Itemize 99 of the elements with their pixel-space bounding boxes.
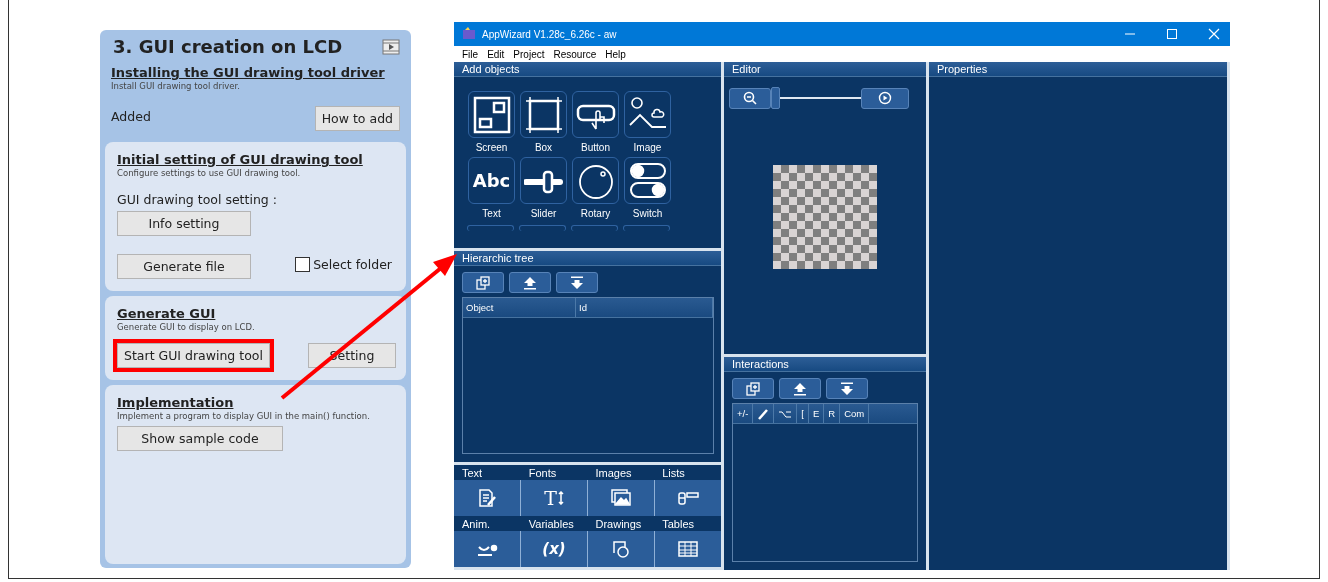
- move-up-button[interactable]: [509, 272, 551, 293]
- object-label: Box: [534, 141, 553, 155]
- object-tile[interactable]: [624, 91, 671, 138]
- add-copy-icon: [746, 381, 760, 396]
- resource-button[interactable]: [454, 531, 520, 567]
- play-icon: [878, 91, 892, 105]
- section-heading: Implementation: [117, 394, 234, 410]
- resource-button[interactable]: [454, 480, 520, 516]
- resource-button[interactable]: [588, 531, 654, 567]
- resource-button[interactable]: T: [521, 480, 587, 516]
- section-heading: Installing the GUI drawing tool driver: [111, 65, 385, 80]
- object-label: Slider: [530, 207, 557, 221]
- resource-label: Lists: [661, 466, 686, 479]
- add-copy-button[interactable]: [732, 378, 774, 399]
- column-header[interactable]: Id: [576, 298, 713, 317]
- panel-title: Hierarchic tree: [454, 251, 721, 266]
- up-arrow-icon: [523, 275, 537, 290]
- object-label: Screen: [475, 141, 508, 155]
- document-edit-icon: [476, 488, 498, 508]
- window-title: AppWizard V1.28c_6.26c - aw: [482, 28, 617, 40]
- shapes-icon: [610, 539, 632, 559]
- video-icon: [382, 38, 400, 55]
- move-down-button[interactable]: [826, 378, 868, 399]
- column-header[interactable]: Com: [840, 404, 870, 423]
- object-tile[interactable]: [468, 91, 515, 138]
- object-tile[interactable]: [624, 157, 671, 204]
- resource-label: Fonts: [527, 466, 558, 479]
- close-icon[interactable]: [1208, 28, 1220, 40]
- variable-icon: (x): [542, 540, 566, 558]
- panel-title: Editor: [724, 62, 926, 77]
- column-header[interactable]: Object: [463, 298, 576, 317]
- maximize-icon[interactable]: [1166, 28, 1178, 40]
- object-tile[interactable]: [520, 157, 567, 204]
- resource-button[interactable]: [588, 480, 654, 516]
- screen-layout-icon: [471, 94, 512, 135]
- object-label: Text: [482, 207, 501, 221]
- resource-label: Anim.: [461, 517, 492, 530]
- play-button[interactable]: [861, 87, 909, 109]
- menu-item[interactable]: Project: [513, 48, 545, 60]
- object-label: Switch: [632, 207, 663, 221]
- section-description: Implement a program to display GUI in the main() function.: [117, 410, 370, 422]
- panel-title: Interactions: [724, 357, 926, 372]
- resource-label: Drawings: [594, 517, 643, 530]
- resource-label: Text: [461, 466, 484, 479]
- resource-button[interactable]: (x): [521, 531, 587, 567]
- setting-label: GUI drawing tool setting :: [117, 192, 277, 208]
- column-header[interactable]: R: [824, 404, 841, 423]
- column-header[interactable]: E: [809, 404, 825, 423]
- object-tile[interactable]: [520, 91, 567, 138]
- down-arrow-icon: [570, 275, 584, 290]
- show-sample-code-button[interactable]: Show sample code: [117, 425, 283, 451]
- menu-item[interactable]: Help: [605, 48, 626, 60]
- section-heading: Generate GUI: [117, 306, 216, 322]
- toggle-switch-icon: [627, 160, 668, 201]
- object-tile[interactable]: Abc: [468, 157, 515, 204]
- select-folder-checkbox[interactable]: Select folder: [295, 257, 392, 273]
- panel-title: Properties: [929, 62, 1227, 77]
- object-tile[interactable]: [572, 157, 619, 204]
- up-arrow-icon: [793, 381, 807, 396]
- info-setting-button[interactable]: Info setting: [117, 211, 251, 237]
- menu-item[interactable]: Resource: [553, 48, 597, 60]
- menu-item[interactable]: Edit: [487, 48, 505, 60]
- app-icon: [462, 27, 476, 41]
- pencil-icon: [757, 407, 770, 420]
- how-to-add-button[interactable]: How to add: [314, 105, 400, 131]
- box-frame-icon: [523, 94, 564, 135]
- column-header[interactable]: [: [797, 404, 809, 423]
- resource-label: Images: [594, 466, 633, 479]
- status-text: Added: [111, 108, 151, 124]
- section-description: Install GUI drawing tool driver.: [111, 81, 240, 92]
- images-icon: [610, 488, 632, 508]
- add-copy-button[interactable]: [462, 272, 504, 293]
- down-arrow-icon: [840, 381, 854, 396]
- object-label: Image: [633, 141, 662, 155]
- add-copy-icon: [476, 275, 490, 290]
- object-label: Button: [581, 141, 610, 155]
- text-sample-icon: Abc: [472, 170, 511, 191]
- zoom-out-icon: [743, 91, 757, 105]
- table-icon: [677, 539, 699, 559]
- resource-button[interactable]: [655, 480, 721, 516]
- menu-item[interactable]: File: [462, 48, 479, 60]
- resource-button[interactable]: [655, 531, 721, 567]
- zoom-slider-thumb[interactable]: [771, 87, 780, 109]
- object-tile[interactable]: [572, 91, 619, 138]
- object-label: Rotary: [580, 207, 611, 221]
- panel-title: Add objects: [454, 62, 721, 77]
- section-description: Configure settings to use GUI drawing tool.: [117, 167, 301, 179]
- generate-file-button[interactable]: Generate file: [117, 254, 251, 280]
- section-heading: Initial setting of GUI drawing tool: [117, 151, 363, 167]
- column-header[interactable]: +/-: [733, 404, 754, 423]
- resource-label: Variables: [527, 517, 575, 530]
- move-up-button[interactable]: [779, 378, 821, 399]
- move-down-button[interactable]: [556, 272, 598, 293]
- resource-label: Tables: [661, 517, 696, 530]
- zoom-out-button[interactable]: [729, 87, 771, 109]
- switch-symbol-icon: [778, 408, 793, 419]
- zoom-slider[interactable]: [771, 87, 861, 109]
- section-description: Generate GUI to display on LCD.: [117, 322, 255, 333]
- guide-title: 3. GUI creation on LCD: [113, 36, 343, 57]
